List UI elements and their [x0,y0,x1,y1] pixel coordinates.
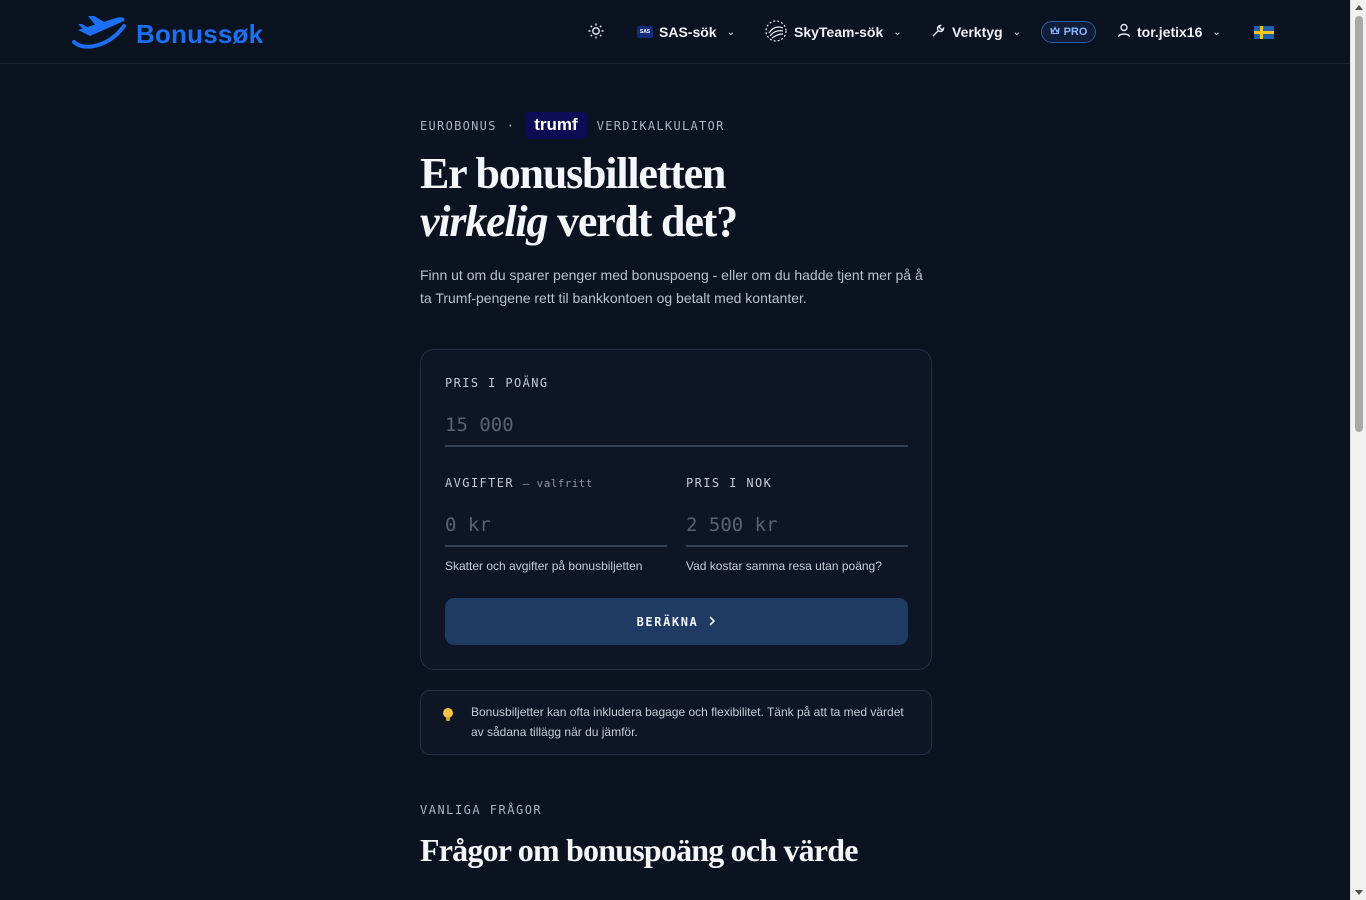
fees-hint: Skatter och avgifter på bonusbiljetten [445,559,643,573]
faq-eyebrow: VANLIGA FRÅGOR [420,803,543,817]
top-navbar: Bonussøk SAS SAS-sök ⌄ SkyTeam-sök ⌄ Ver… [0,0,1350,64]
crown-icon [1050,26,1060,38]
sweden-flag-icon[interactable] [1254,26,1274,39]
title-line-1: Er bonusbilletten [420,149,726,198]
chevron-down-icon: ⌄ [893,26,902,38]
faq-title: Frågor om bonuspoäng och värde [420,832,858,868]
price-input[interactable] [686,505,908,547]
flag-cross-horizontal [1254,31,1274,34]
points-input[interactable] [445,405,908,447]
theme-toggle-button[interactable] [587,20,605,44]
chevron-down-icon: ⌄ [1212,26,1221,38]
flag-cross-vertical [1260,26,1263,39]
chevron-down-icon: ⌄ [1012,26,1021,38]
tools-menu[interactable]: Verktyg ⌄ [931,20,1021,44]
eyebrow-separator: · [506,118,516,133]
trumf-logo: trumf [525,112,587,139]
tools-label: Verktyg [952,24,1003,40]
title-line-2-rest: verdt det? [547,197,738,246]
fees-input[interactable] [445,505,667,547]
verdikalkulator-label: VERDIKALKULATOR [596,118,725,133]
eurobonus-label: EUROBONUS [420,118,497,133]
wrench-icon [931,23,946,41]
calculate-button[interactable]: BERÄKNA [445,598,908,645]
skyteam-search-label: SkyTeam-sök [794,24,884,40]
skyteam-search-menu[interactable]: SkyTeam-sök ⌄ [764,19,902,46]
price-hint: Vad kostar samma resa utan poäng? [686,559,882,573]
user-menu[interactable]: tor.jetix16 ⌄ [1117,20,1221,44]
chevron-right-icon [708,615,716,629]
title-italic-word: virkelig [420,197,548,246]
sun-icon [587,22,605,43]
chevron-down-icon: ⌄ [726,26,735,38]
scroll-down-arrow-icon[interactable] [1355,890,1363,895]
price-label: PRIS I NOK [686,476,773,490]
tip-box: Bonusbiljetter kan ofta inkludera bagage… [420,690,932,755]
fees-label-group: AVGIFTER – valfritt [445,476,593,490]
brand-name: Bonussøk [136,19,264,49]
user-icon [1117,23,1131,41]
tip-text: Bonusbiljetter kan ofta inkludera bagage… [471,705,904,739]
fees-optional-note: – valfritt [522,477,593,490]
points-label: PRIS I POÄNG [445,376,549,390]
lightbulb-icon [442,707,454,726]
fees-label: AVGIFTER [445,476,514,490]
sas-search-label: SAS-sök [659,24,717,40]
page-title: Er bonusbilletten virkelig verdt det? [420,149,738,246]
calculator-form: PRIS I POÄNG AVGIFTER – valfritt Skatter… [420,349,932,670]
scroll-thumb[interactable] [1355,16,1363,432]
page-description: Finn ut om du sparer penger med bonuspoe… [420,267,923,306]
sas-search-menu[interactable]: SAS SAS-sök ⌄ [637,20,735,44]
page-scrollbar[interactable] [1350,0,1366,900]
pro-label: PRO [1063,26,1088,38]
username-label: tor.jetix16 [1137,24,1203,40]
scroll-up-arrow-icon[interactable] [1355,5,1363,10]
calculate-button-label: BERÄKNA [636,614,699,629]
calculator-eyebrow: EUROBONUS · trumf VERDIKALKULATOR [420,112,725,139]
airplane-logo-icon [70,12,128,57]
skyteam-logo-icon [764,19,788,46]
sas-logo-icon: SAS [637,26,653,38]
pro-badge[interactable]: PRO [1041,21,1096,43]
brand-logo-link[interactable]: Bonussøk [70,12,263,57]
